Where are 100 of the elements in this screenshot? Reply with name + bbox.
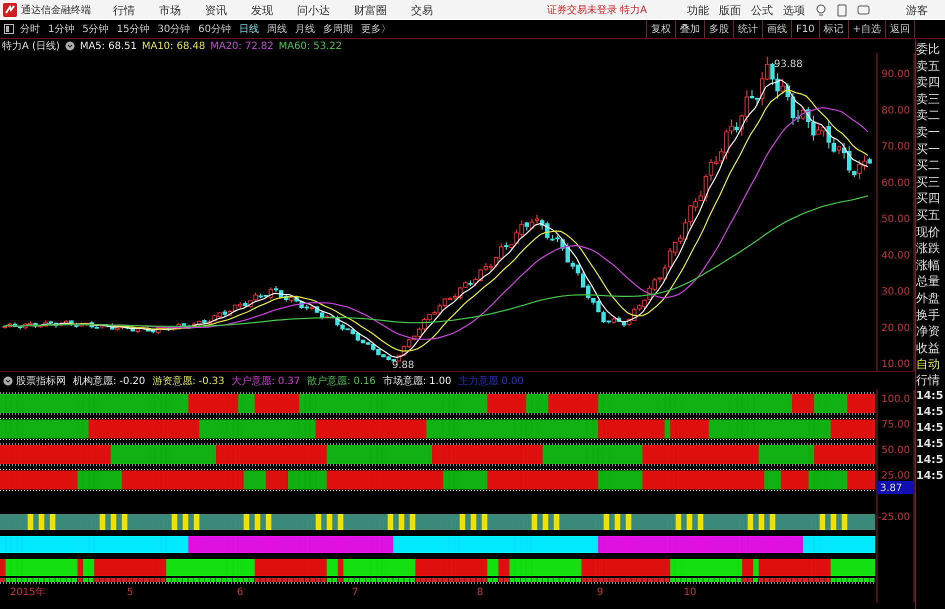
price-axis-label: 70.00: [881, 142, 910, 152]
indicator-value: 0.16: [354, 376, 376, 386]
quote-tab[interactable]: 自动: [916, 356, 945, 372]
quote-label: 换手: [916, 306, 941, 324]
price-axis-label: 20.00: [881, 322, 910, 334]
stock-title: 特力A (日线): [2, 40, 60, 53]
indicator-value: -0.33: [198, 376, 224, 386]
period-tab[interactable]: 月线: [294, 22, 315, 36]
date-axis-label: 6: [236, 587, 244, 598]
current-value-tag: 3.87: [877, 481, 914, 494]
user-label[interactable]: 游客: [906, 2, 928, 18]
date-axis-label: 10: [684, 587, 696, 598]
time-label: 14:5: [916, 388, 944, 404]
quote-label: 总量: [916, 273, 941, 290]
time-label: 14:5: [916, 468, 944, 484]
menu-item[interactable]: 版面: [719, 2, 742, 18]
time-label: 14:5: [916, 404, 944, 420]
menu-item[interactable]: 公式: [751, 2, 774, 18]
period-tab[interactable]: 分时: [20, 22, 40, 36]
quote-label: 买一: [916, 140, 941, 158]
quote-label: 卖一: [916, 124, 941, 141]
period-tab[interactable]: 5分钟: [82, 22, 109, 36]
login-status: 证券交易未登录 特力A: [547, 4, 648, 17]
date-axis-label: 2015年: [10, 587, 46, 598]
indicator-label: 机构意愿:: [73, 374, 116, 388]
bulb-icon[interactable]: [815, 4, 828, 16]
menu-item[interactable]: 问小达: [297, 2, 330, 18]
period-tab[interactable]: 15分钟: [116, 22, 150, 36]
ma-value: MA5: 68.51: [80, 40, 137, 52]
indicator-value: 0.00: [501, 376, 524, 386]
ma-value: MA10: 68.48: [142, 40, 206, 52]
quote-label: 卖二: [916, 107, 941, 124]
indicator-axis-label: 100.0: [881, 394, 910, 405]
indicator-value: -0.20: [119, 376, 146, 386]
ma-value: MA20: 72.82: [210, 40, 274, 52]
menu-item[interactable]: 交易: [411, 2, 433, 18]
message-icon[interactable]: [857, 4, 870, 16]
quote-label: 涨幅: [916, 256, 941, 274]
quote-label: 买五: [916, 206, 941, 224]
indicator-label: 大户意愿:: [232, 374, 275, 388]
quote-label: 委比: [916, 41, 941, 58]
time-label: 14:5: [916, 436, 944, 452]
ma-value: MA60: 53.22: [278, 40, 342, 52]
menu-item[interactable]: 市场: [159, 2, 181, 18]
date-axis-label: 5: [126, 587, 134, 598]
indicator-label: 游资意愿:: [152, 374, 196, 388]
indicator-value: 1.00: [429, 376, 452, 386]
period-tab[interactable]: 多周期: [322, 22, 353, 36]
period-tab[interactable]: 周线: [266, 22, 287, 36]
settings-icon[interactable]: [3, 376, 13, 386]
indicator-label: 市场意愿:: [382, 374, 426, 388]
quote-label: 卖五: [916, 58, 941, 74]
price-axis-label: 40.00: [881, 250, 910, 262]
period-tab[interactable]: 60分钟: [198, 22, 231, 36]
indicator-axis-label: 25.00: [881, 470, 910, 482]
app-title: 通达信金融终端: [21, 4, 91, 17]
period-tab[interactable]: 更多〉: [360, 22, 391, 36]
indicator-name: 股票指标网: [16, 374, 66, 388]
logo-icon: [3, 3, 17, 17]
date-axis-label: 9: [596, 587, 604, 598]
indicator-label: 散户意愿:: [307, 374, 351, 388]
low-price-label: 9.88: [392, 360, 414, 371]
price-axis-label: 60.00: [881, 178, 910, 189]
indicator-axis-label: 50.00: [881, 445, 910, 456]
time-label: 14:5: [916, 452, 944, 468]
menu-item[interactable]: 发现: [251, 2, 273, 18]
quote-label: 买四: [916, 190, 941, 207]
menu-item[interactable]: 行情: [113, 2, 135, 18]
period-tab[interactable]: 30分钟: [157, 22, 190, 36]
quote-label: 收益: [916, 340, 941, 356]
quote-label: 卖三: [916, 90, 941, 108]
phone-icon[interactable]: [837, 4, 848, 16]
price-axis-label: 90.00: [881, 69, 910, 80]
quote-label: 买三: [916, 174, 941, 190]
high-price-label: 93.88: [774, 59, 803, 70]
quote-label: 净资: [916, 323, 941, 340]
menu-item[interactable]: 功能: [687, 2, 710, 18]
menu-item[interactable]: 资讯: [205, 2, 227, 18]
panel-icon[interactable]: [4, 24, 14, 34]
quote-label: 卖四: [916, 74, 941, 91]
menu-item[interactable]: 选项: [783, 2, 806, 18]
settings-icon[interactable]: [64, 41, 75, 51]
indicator-value: 0.37: [278, 376, 300, 386]
quote-label: 外盘: [916, 290, 941, 306]
quote-label: 现价: [916, 224, 941, 240]
price-axis-label: 10.00: [881, 359, 910, 370]
quote-tab[interactable]: 行情: [916, 372, 945, 388]
price-axis-label: 80.00: [881, 105, 910, 116]
price-axis-label: 50.00: [881, 214, 910, 225]
indicator-axis-label: 75.00: [881, 420, 910, 430]
time-label: 14:5: [916, 420, 944, 436]
period-tab[interactable]: 1分钟: [48, 22, 74, 36]
indicator-label: 主力意愿: [458, 374, 498, 388]
date-axis-label: 8: [476, 587, 484, 598]
price-axis-label: 30.00: [881, 286, 910, 298]
period-tab[interactable]: 日线: [238, 22, 259, 36]
indicator-axis-label: -25.00: [878, 512, 910, 523]
date-axis-label: 7: [352, 587, 358, 598]
menu-item[interactable]: 财富圈: [354, 2, 387, 18]
quote-label: 买二: [916, 157, 941, 174]
